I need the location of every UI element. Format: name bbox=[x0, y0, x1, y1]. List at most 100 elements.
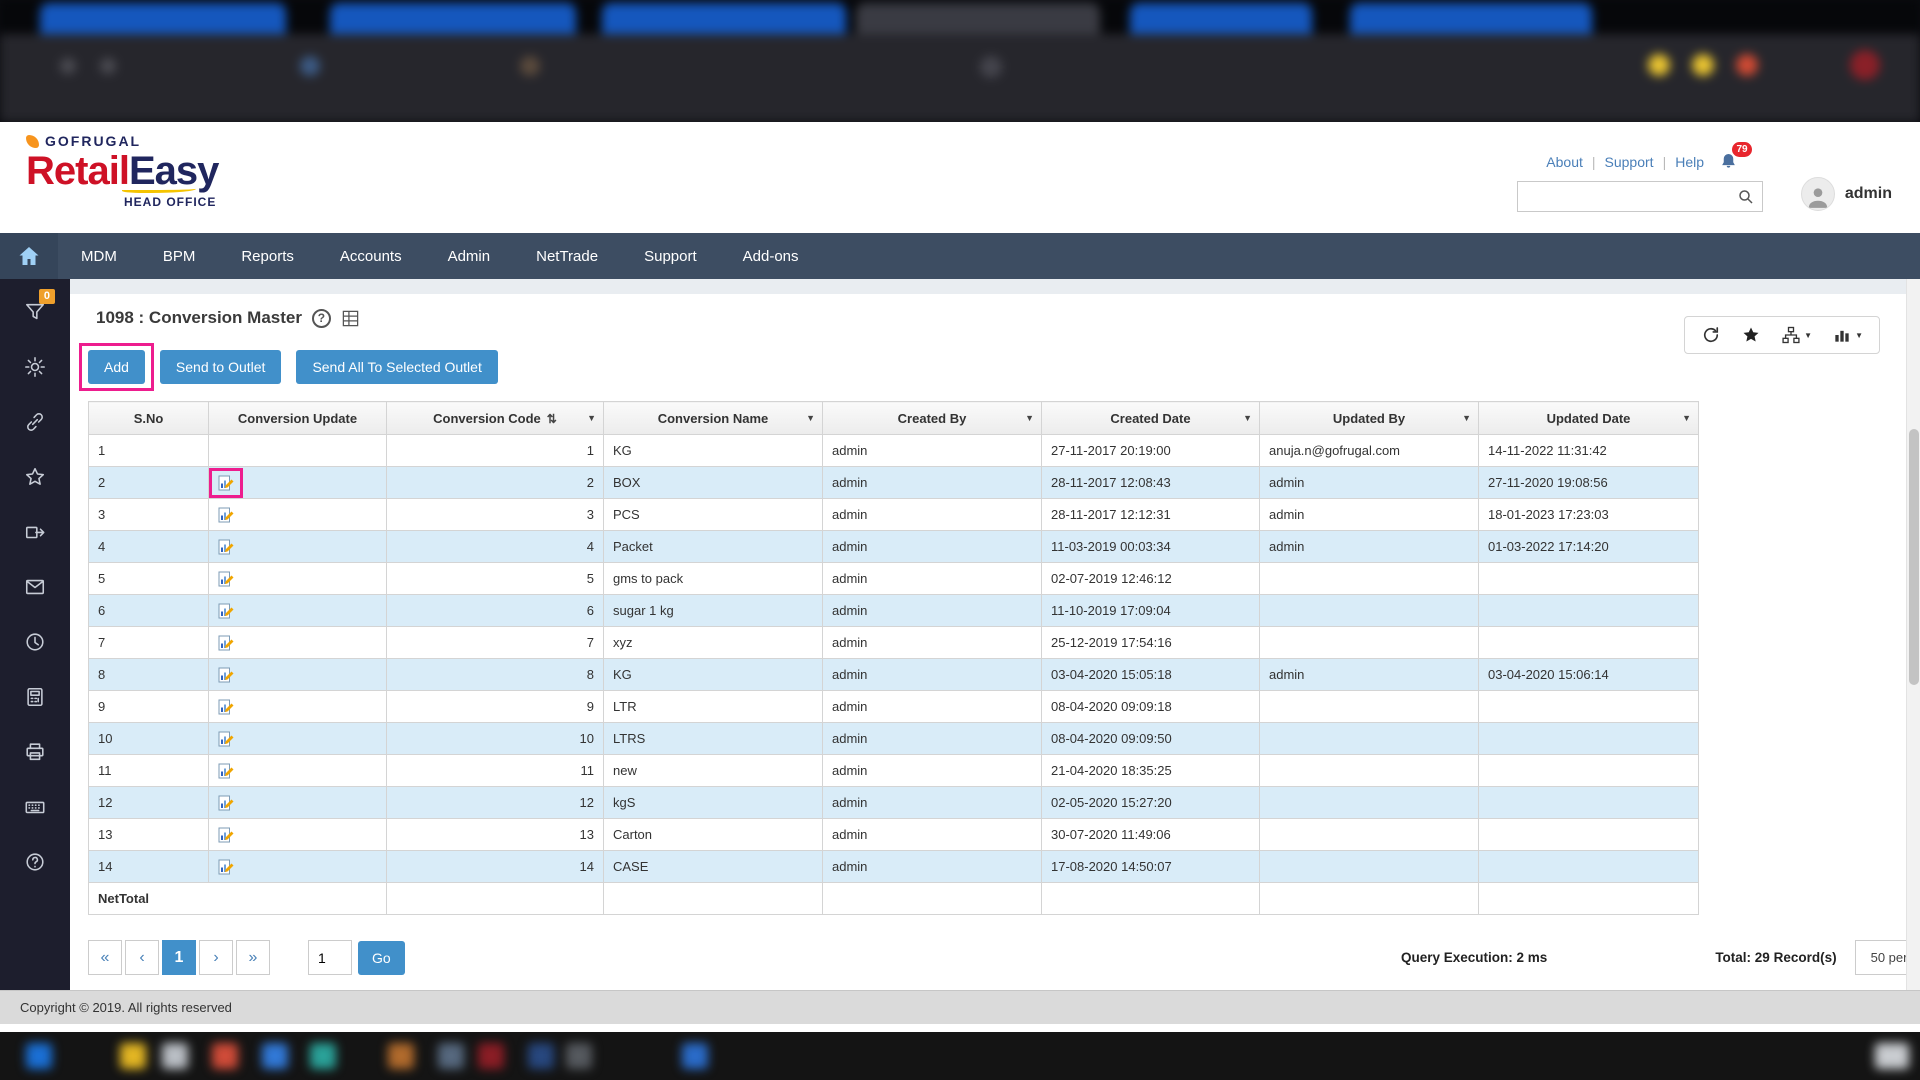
nav-item-mdm[interactable]: MDM bbox=[58, 233, 140, 279]
cell-code: 10 bbox=[387, 723, 604, 755]
cell-sno: 14 bbox=[89, 851, 209, 883]
update-edit-icon[interactable] bbox=[218, 699, 234, 715]
update-edit-icon[interactable] bbox=[218, 539, 234, 555]
send-icon[interactable] bbox=[0, 517, 70, 547]
sort-icon[interactable]: ⇅ bbox=[547, 412, 557, 426]
chart-view-icon[interactable]: ▼ bbox=[1832, 325, 1863, 345]
conversion-master-panel: 1098 : Conversion Master ? ▼ ▼ Add Send t… bbox=[70, 294, 1920, 975]
column-header-updated-date[interactable]: Updated Date▼ bbox=[1479, 402, 1699, 435]
column-header-updated-by[interactable]: Updated By▼ bbox=[1260, 402, 1479, 435]
support-link[interactable]: Support bbox=[1605, 154, 1654, 170]
star-icon[interactable] bbox=[0, 462, 70, 492]
search-icon[interactable] bbox=[1737, 188, 1762, 206]
column-header-created-date[interactable]: Created Date▼ bbox=[1042, 402, 1260, 435]
cell-updated-by: admin bbox=[1260, 467, 1479, 499]
update-edit-icon[interactable] bbox=[218, 731, 234, 747]
help-link[interactable]: Help bbox=[1675, 154, 1704, 170]
keyboard-icon[interactable] bbox=[0, 792, 70, 822]
update-edit-icon[interactable] bbox=[218, 827, 234, 843]
update-edit-icon[interactable] bbox=[218, 507, 234, 523]
update-edit-icon[interactable] bbox=[218, 635, 234, 651]
scrollbar-thumb[interactable] bbox=[1909, 429, 1919, 685]
nav-item-support[interactable]: Support bbox=[621, 233, 720, 279]
hierarchy-view-icon[interactable]: ▼ bbox=[1781, 325, 1812, 345]
vertical-scrollbar[interactable] bbox=[1906, 279, 1920, 990]
cell-code: 1 bbox=[387, 435, 604, 467]
page-1-button[interactable]: 1 bbox=[162, 940, 196, 975]
update-edit-icon[interactable] bbox=[218, 795, 234, 811]
nav-item-admin[interactable]: Admin bbox=[425, 233, 514, 279]
conversion-table: S.NoConversion UpdateConversion Code⇅▼Co… bbox=[88, 401, 1699, 915]
page-number-input[interactable] bbox=[308, 940, 352, 975]
help-circle-icon[interactable]: ? bbox=[312, 309, 331, 328]
mail-icon[interactable] bbox=[0, 572, 70, 602]
conversion-update-cell bbox=[209, 787, 387, 819]
page-last-button[interactable]: » bbox=[236, 940, 270, 975]
cell-created-by: admin bbox=[823, 627, 1042, 659]
grid-icon[interactable] bbox=[341, 309, 360, 328]
cell-name: PCS bbox=[604, 499, 823, 531]
cell-updated-by: admin bbox=[1260, 499, 1479, 531]
clock-icon[interactable] bbox=[0, 627, 70, 657]
gear-icon[interactable] bbox=[0, 352, 70, 382]
update-edit-icon[interactable] bbox=[218, 571, 234, 587]
filter-icon[interactable]: 0 bbox=[0, 297, 70, 327]
cell-created-by: admin bbox=[823, 723, 1042, 755]
column-header-conversion-name[interactable]: Conversion Name▼ bbox=[604, 402, 823, 435]
cell-updated-by bbox=[1260, 563, 1479, 595]
cell-updated-by bbox=[1260, 755, 1479, 787]
printer-icon[interactable] bbox=[0, 737, 70, 767]
column-header-conversion-code[interactable]: Conversion Code⇅▼ bbox=[387, 402, 604, 435]
column-menu-icon[interactable]: ▼ bbox=[1243, 413, 1252, 423]
update-edit-icon[interactable] bbox=[218, 603, 234, 619]
page-title: 1098 : Conversion Master bbox=[96, 308, 302, 328]
conversion-update-cell bbox=[209, 627, 387, 659]
cell-updated-by bbox=[1260, 691, 1479, 723]
nav-item-nettrade[interactable]: NetTrade bbox=[513, 233, 621, 279]
nav-item-accounts[interactable]: Accounts bbox=[317, 233, 425, 279]
nav-item-reports[interactable]: Reports bbox=[218, 233, 317, 279]
column-menu-icon[interactable]: ▼ bbox=[1462, 413, 1471, 423]
nav-item-add-ons[interactable]: Add-ons bbox=[720, 233, 822, 279]
table-row: 1414CASEadmin17-08-2020 14:50:07 bbox=[89, 851, 1699, 883]
column-menu-icon[interactable]: ▼ bbox=[587, 413, 596, 423]
nav-item-bpm[interactable]: BPM bbox=[140, 233, 219, 279]
column-header-created-by[interactable]: Created By▼ bbox=[823, 402, 1042, 435]
page-first-button[interactable]: « bbox=[88, 940, 122, 975]
add-button[interactable]: Add bbox=[88, 350, 145, 384]
update-edit-icon[interactable] bbox=[218, 475, 234, 491]
table-row: 1111newadmin21-04-2020 18:35:25 bbox=[89, 755, 1699, 787]
go-button[interactable]: Go bbox=[358, 941, 405, 975]
cell-code: 3 bbox=[387, 499, 604, 531]
page-prev-button[interactable]: ‹ bbox=[125, 940, 159, 975]
refresh-icon[interactable] bbox=[1701, 325, 1721, 345]
favorite-star-icon[interactable] bbox=[1741, 325, 1761, 345]
brand-text: GOFRUGAL bbox=[45, 134, 141, 149]
notification-bell-icon[interactable]: 79 bbox=[1719, 152, 1738, 171]
cell-created-date: 08-04-2020 09:09:50 bbox=[1042, 723, 1260, 755]
about-link[interactable]: About bbox=[1546, 154, 1583, 170]
table-row: 11KGadmin27-11-2017 20:19:00anuja.n@gofr… bbox=[89, 435, 1699, 467]
update-edit-icon[interactable] bbox=[218, 667, 234, 683]
help-icon[interactable] bbox=[0, 847, 70, 877]
home-icon[interactable] bbox=[0, 233, 58, 279]
update-edit-icon[interactable] bbox=[218, 763, 234, 779]
column-menu-icon[interactable]: ▼ bbox=[806, 413, 815, 423]
chevron-down-icon: ▼ bbox=[1855, 331, 1863, 340]
cell-created-by: admin bbox=[823, 435, 1042, 467]
send-to-outlet-button[interactable]: Send to Outlet bbox=[160, 350, 282, 384]
calculator-icon[interactable] bbox=[0, 682, 70, 712]
column-menu-icon[interactable]: ▼ bbox=[1025, 413, 1034, 423]
column-menu-icon[interactable]: ▼ bbox=[1682, 413, 1691, 423]
table-row: 1010LTRSadmin08-04-2020 09:09:50 bbox=[89, 723, 1699, 755]
browser-chrome-blurred bbox=[0, 0, 1920, 122]
link-icon[interactable] bbox=[0, 407, 70, 437]
cell-created-date: 11-03-2019 00:03:34 bbox=[1042, 531, 1260, 563]
page-next-button[interactable]: › bbox=[199, 940, 233, 975]
send-all-to-selected-outlet-button[interactable]: Send All To Selected Outlet bbox=[296, 350, 497, 384]
cell-updated-date bbox=[1479, 755, 1699, 787]
search-input[interactable] bbox=[1518, 182, 1737, 211]
user-menu[interactable]: admin bbox=[1801, 177, 1892, 211]
update-edit-icon[interactable] bbox=[218, 859, 234, 875]
sidebar: 0 bbox=[0, 279, 70, 990]
